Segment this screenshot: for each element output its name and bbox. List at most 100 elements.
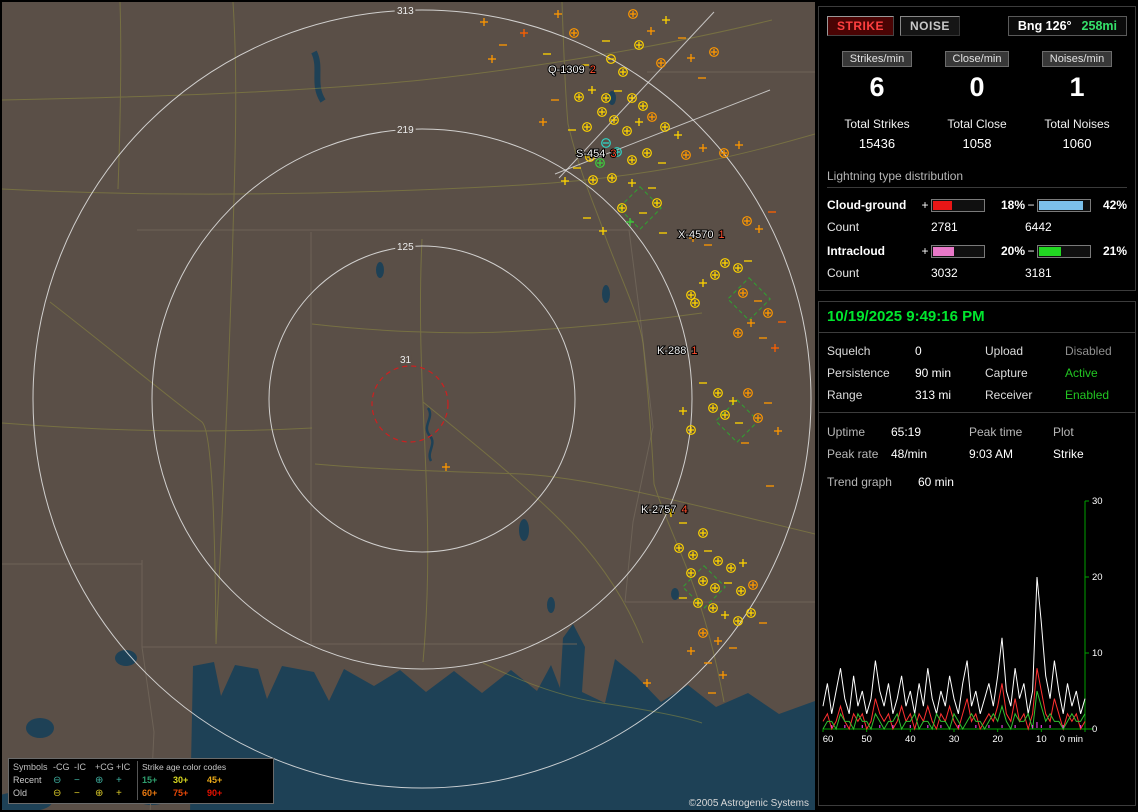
ic-positive-recent-icon: + — [116, 775, 122, 786]
noises-per-min: Noises/min 1 — [1027, 51, 1127, 103]
persistence-value: 90 min — [915, 366, 952, 380]
ic-positive-pct: 20% — [1000, 244, 1025, 258]
storm-cell-label: S-454 3 — [576, 148, 616, 160]
noises-per-min-label: Noises/min — [1041, 51, 1113, 67]
strike-stats-box: STRIKE NOISE Bng 126° 258mi Strikes/min … — [818, 6, 1136, 291]
cg-negative-old-icon: ⊖ — [53, 788, 62, 799]
svg-text:50: 50 — [861, 734, 872, 745]
ic-positive-bar — [931, 244, 985, 258]
status-panel: STRIKE NOISE Bng 126° 258mi Strikes/min … — [818, 0, 1136, 812]
trend-graph: 0 10 20 30 60 50 40 30 20 10 0 min — [822, 496, 1103, 745]
close-per-min-value: 0 — [969, 72, 985, 102]
ic-positive-count: 3032 — [931, 266, 958, 280]
storm-cell-label: X-4570 1 — [678, 229, 725, 241]
cg-negative-bar — [1037, 198, 1091, 212]
total-strikes: Total Strikes 15436 — [827, 117, 927, 151]
ic-negative-bar — [1037, 244, 1091, 258]
storm-cell-label: K-2757 4 — [641, 504, 688, 516]
cg-positive-old-icon: ⊕ — [95, 788, 104, 799]
svg-text:40: 40 — [905, 734, 916, 745]
legend-col-ic-neg: -IC — [74, 762, 86, 772]
strikes-per-min: Strikes/min 6 — [827, 51, 927, 103]
noise-button[interactable]: NOISE — [900, 16, 960, 36]
legend-recent-label: Recent — [13, 775, 42, 785]
receiver-label: Receiver — [985, 388, 1033, 402]
age-90-label: 90+ — [207, 788, 223, 798]
settings-grid: Squelch 0 Upload Disabled Persistence 90… — [819, 333, 1135, 413]
upload-label: Upload — [985, 344, 1024, 358]
cg-positive-recent-icon: ⊕ — [95, 775, 104, 786]
bearing-display: Bng 126° 258mi — [1007, 16, 1127, 36]
plus-sign: + — [921, 198, 929, 212]
legend-col-cg-neg: -CG — [53, 762, 70, 772]
intracloud-label: Intracloud — [827, 244, 886, 258]
close-per-min-label: Close/min — [944, 51, 1010, 67]
plus-sign: + — [921, 244, 929, 258]
datetime-display: 10/19/2025 9:49:16 PM — [819, 302, 1135, 333]
svg-text:10: 10 — [1036, 734, 1047, 745]
alarm-ring-label: 31 — [400, 355, 412, 366]
cg-positive-pct: 18% — [1000, 198, 1025, 212]
peak-rate-value: 48/min — [891, 447, 928, 461]
peak-rate-label: Peak rate — [827, 447, 879, 461]
plot-value: Strike — [1053, 447, 1084, 461]
age-75-label: 75+ — [173, 788, 189, 798]
map-canvas[interactable]: 31321912531Q-1309 2S-454 3X-4570 1K-288 1K-2… — [2, 2, 815, 810]
upload-status: Disabled — [1065, 344, 1112, 358]
uptime-grid: Uptime 65:19 Peak time Plot Peak rate 48… — [819, 413, 1135, 465]
squelch-label: Squelch — [827, 344, 871, 358]
ic-negative-pct: 21% — [1102, 244, 1127, 258]
range-ring-label: 313 — [397, 6, 414, 17]
svg-text:10: 10 — [1092, 648, 1103, 659]
noises-per-min-value: 1 — [1069, 72, 1085, 102]
total-noises: Total Noises 1060 — [1027, 117, 1127, 151]
total-close: Total Close 1058 — [927, 117, 1027, 151]
ic-negative-recent-icon: − — [74, 775, 80, 786]
cg-negative-count: 6442 — [1025, 220, 1052, 234]
uptime-label: Uptime — [827, 425, 866, 439]
ic-negative-old-icon: − — [74, 788, 80, 799]
total-noises-value: 1060 — [1062, 136, 1092, 151]
lightning-map[interactable]: 313 219 125 31 Q-1309 2 S-454 3 X-4570 1 K-288 1 K-2… — [2, 2, 815, 810]
strikes-per-min-label: Strikes/min — [841, 51, 913, 67]
squelch-value: 0 — [915, 344, 922, 358]
plot-label: Plot — [1053, 425, 1074, 439]
age-45-label: 45+ — [207, 775, 223, 785]
cg-negative-recent-icon: ⊖ — [53, 775, 62, 786]
svg-text:20: 20 — [992, 734, 1003, 745]
age-15-label: 15+ — [137, 774, 173, 787]
copyright-text: ©2005 Astrogenic Systems — [688, 798, 809, 809]
total-close-label: Total Close — [947, 117, 1007, 131]
map-legend: Symbols -CG -IC +CG +IC Strike age color… — [8, 758, 274, 804]
cloud-ground-row: Cloud-ground + 18% − 42% — [827, 198, 1127, 212]
range-ring-label: 219 — [397, 125, 414, 136]
svg-text:0: 0 — [1092, 724, 1097, 735]
svg-text:60: 60 — [823, 734, 834, 745]
svg-text:0 min: 0 min — [1060, 734, 1083, 745]
cg-negative-pct: 42% — [1102, 198, 1127, 212]
ic-negative-count: 3181 — [1025, 266, 1052, 280]
total-close-value: 1058 — [962, 136, 992, 151]
total-strikes-value: 15436 — [858, 136, 896, 151]
total-strikes-label: Total Strikes — [844, 117, 910, 131]
receiver-status: Enabled — [1065, 388, 1110, 402]
bearing-value: Bng 126° — [1017, 19, 1072, 33]
svg-text:30: 30 — [1092, 496, 1103, 507]
ic-count-label: Count — [827, 266, 860, 280]
nexstorm-app: 313 219 125 31 Q-1309 2 S-454 3 X-4570 1 K-288 1 K-2… — [0, 0, 1138, 812]
strike-button[interactable]: STRIKE — [827, 16, 895, 36]
range-value: 313 mi — [915, 388, 952, 402]
rate-row: Strikes/min 6 Close/min 0 Noises/min 1 — [827, 51, 1127, 103]
svg-text:20: 20 — [1092, 572, 1103, 583]
legend-col-cg-pos: +CG — [95, 762, 114, 772]
trend-graph-label: Trend graph — [827, 475, 892, 489]
close-per-min: Close/min 0 — [927, 51, 1027, 103]
minus-sign: − — [1027, 244, 1035, 258]
uptime-value: 65:19 — [891, 425, 922, 439]
mode-button-row: STRIKE NOISE Bng 126° 258mi — [827, 16, 1127, 36]
trend-graph-header: Trend graph 60 min — [819, 465, 1135, 493]
minus-sign: − — [1027, 198, 1035, 212]
age-30-label: 30+ — [173, 775, 189, 785]
age-60-label: 60+ — [137, 787, 173, 800]
legend-old-label: Old — [13, 788, 28, 798]
